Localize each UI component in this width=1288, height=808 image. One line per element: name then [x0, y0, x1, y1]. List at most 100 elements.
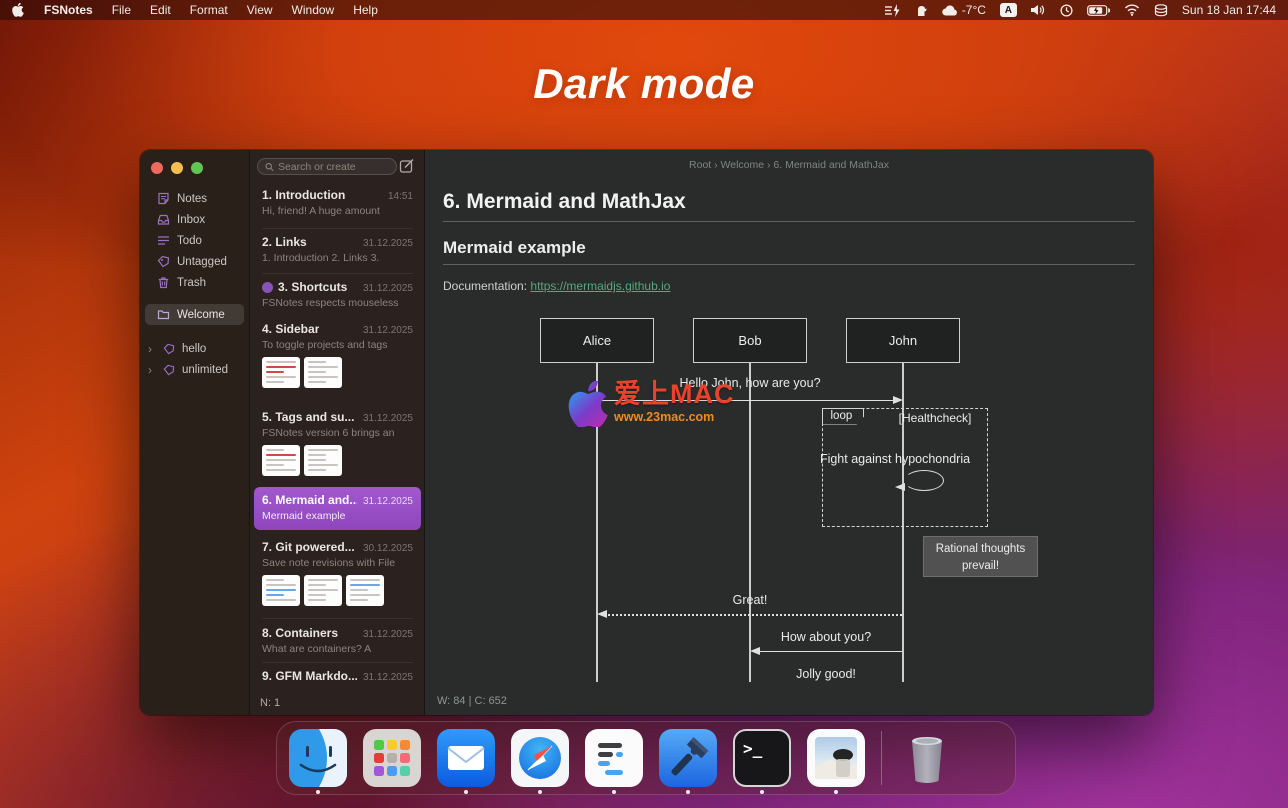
menu-file[interactable]: File [112, 3, 131, 17]
script-flash-icon[interactable] [885, 4, 901, 17]
menu-clock[interactable]: Sun 18 Jan 17:44 [1182, 3, 1276, 17]
note-item-selected[interactable]: 6. Mermaid and...31.12.2025 Mermaid exam… [254, 487, 421, 530]
todo-list-icon [157, 234, 170, 247]
arrowhead [597, 610, 607, 618]
arrowhead [750, 647, 760, 655]
chevron-right-icon[interactable]: › [148, 342, 155, 356]
dock-separator [881, 731, 882, 785]
note-thumbnails [262, 357, 413, 388]
note-title: 3. Shortcuts [278, 280, 347, 294]
dock-mail-icon[interactable] [437, 729, 495, 787]
battery-icon[interactable] [1087, 5, 1110, 16]
running-indicator [538, 790, 542, 794]
sidebar-item-inbox[interactable]: Inbox [140, 209, 249, 230]
dock-fsnotes-icon[interactable] [585, 729, 643, 787]
sidebar-label: Todo [177, 235, 202, 247]
dock-launchpad-icon[interactable] [363, 729, 421, 787]
window-controls [151, 162, 203, 174]
search-bar[interactable] [257, 158, 397, 175]
note-title: 2. Links [262, 235, 307, 249]
note-item[interactable]: 5. Tags and su...31.12.2025 FSNotes vers… [262, 410, 413, 476]
note-title: 8. Containers [262, 626, 338, 640]
lifeline-bob [749, 363, 751, 682]
note-item[interactable]: 7. Git powered...30.12.2025 Save note re… [262, 540, 413, 606]
divider [262, 618, 413, 619]
message-text: Jolly good! [796, 667, 856, 681]
menu-help[interactable]: Help [353, 3, 378, 17]
tag-icon [162, 342, 175, 355]
menu-edit[interactable]: Edit [150, 3, 171, 17]
note-item[interactable]: 2. Links31.12.2025 1. Introduction 2. Li… [262, 235, 413, 264]
note-title: 6. Mermaid and... [262, 493, 357, 507]
running-indicator [834, 790, 838, 794]
arrowhead [893, 396, 903, 404]
stack-icon[interactable] [1154, 4, 1168, 17]
weather-widget[interactable]: -7°C [942, 3, 986, 17]
sidebar-item-welcome[interactable]: Welcome [145, 304, 244, 325]
chevron-right-icon[interactable]: › [148, 363, 155, 377]
self-loop-arrow [904, 470, 944, 491]
menu-app-name[interactable]: FSNotes [44, 3, 93, 17]
wifi-icon[interactable] [1124, 4, 1140, 16]
note-thumbnails [262, 445, 413, 476]
folder-icon [157, 308, 170, 321]
note-item[interactable]: 8. Containers 31.12.2025 What are contain… [262, 626, 413, 655]
notes-list: 1. Introduction14:51 Hi, friend! A huge … [250, 150, 425, 715]
volume-icon[interactable] [1031, 4, 1046, 16]
dock-trash-icon[interactable] [898, 729, 956, 787]
note-date: 31.12.2025 [357, 629, 413, 640]
sidebar-item-untagged[interactable]: Untagged [140, 251, 249, 272]
menu-format[interactable]: Format [190, 3, 228, 17]
dock-xcode-icon[interactable] [659, 729, 717, 787]
actor-john: John [846, 318, 960, 363]
utility-app-icon[interactable] [915, 4, 928, 17]
pinned-icon [262, 282, 273, 293]
sidebar-item-todo[interactable]: Todo [140, 230, 249, 251]
running-indicator [686, 790, 690, 794]
minimize-button[interactable] [171, 162, 183, 174]
timemachine-icon[interactable] [1060, 4, 1073, 17]
note-title: 7. Git powered... [262, 540, 355, 554]
loop-label: loop [822, 408, 865, 425]
untagged-icon [157, 255, 170, 268]
sidebar-tag-unlimited[interactable]: › unlimited [140, 359, 249, 380]
sidebar-label: Inbox [177, 214, 205, 226]
divider [262, 662, 413, 663]
diagram-note: Rational thoughts prevail! [923, 536, 1038, 577]
running-indicator [464, 790, 468, 794]
sidebar-item-trash[interactable]: Trash [140, 272, 249, 293]
note-date: 31.12.2025 [357, 496, 413, 507]
sidebar-tag-hello[interactable]: › hello [140, 338, 249, 359]
editor[interactable]: Root › Welcome › 6. Mermaid and MathJax … [425, 150, 1153, 715]
dock-safari-icon[interactable] [511, 729, 569, 787]
running-indicator [612, 790, 616, 794]
menu-window[interactable]: Window [292, 3, 335, 17]
close-button[interactable] [151, 162, 163, 174]
note-item[interactable]: 3. Shortcuts31.12.2025 FSNotes respects … [262, 280, 413, 309]
dock-preview-icon[interactable] [807, 729, 865, 787]
menu-bar: FSNotes File Edit Format View Window Hel… [0, 0, 1288, 20]
dock-finder-icon[interactable] [289, 729, 347, 787]
message-text: How about you? [781, 630, 871, 644]
new-note-icon[interactable] [399, 158, 415, 174]
search-input[interactable] [278, 161, 389, 173]
sidebar-label: Untagged [177, 256, 227, 268]
note-item[interactable]: 9. GFM Markdo...31.12.2025 [262, 669, 413, 683]
apple-menu-icon[interactable] [12, 3, 25, 17]
note-date: 31.12.2025 [357, 413, 413, 424]
note-item[interactable]: 4. Sidebar31.12.2025 To toggle projects … [262, 322, 413, 388]
running-indicator [760, 790, 764, 794]
sequence-diagram: Alice Bob John Hello John, how are you? … [425, 150, 1153, 715]
zoom-button[interactable] [191, 162, 203, 174]
input-source-icon[interactable]: A [1000, 3, 1017, 17]
note-date: 31.12.2025 [357, 238, 413, 249]
watermark-apple-icon [568, 381, 610, 427]
message-arrow [756, 651, 902, 652]
dock-terminal-icon[interactable]: >_ [733, 729, 791, 787]
note-subtitle: What are containers? A [262, 643, 413, 655]
menu-view[interactable]: View [247, 3, 273, 17]
watermark: 爱上MAC www.23mac.com [568, 381, 735, 427]
sidebar-label: unlimited [182, 364, 228, 376]
sidebar-item-notes[interactable]: Notes [140, 188, 249, 209]
note-item[interactable]: 1. Introduction14:51 Hi, friend! A huge … [262, 188, 413, 217]
